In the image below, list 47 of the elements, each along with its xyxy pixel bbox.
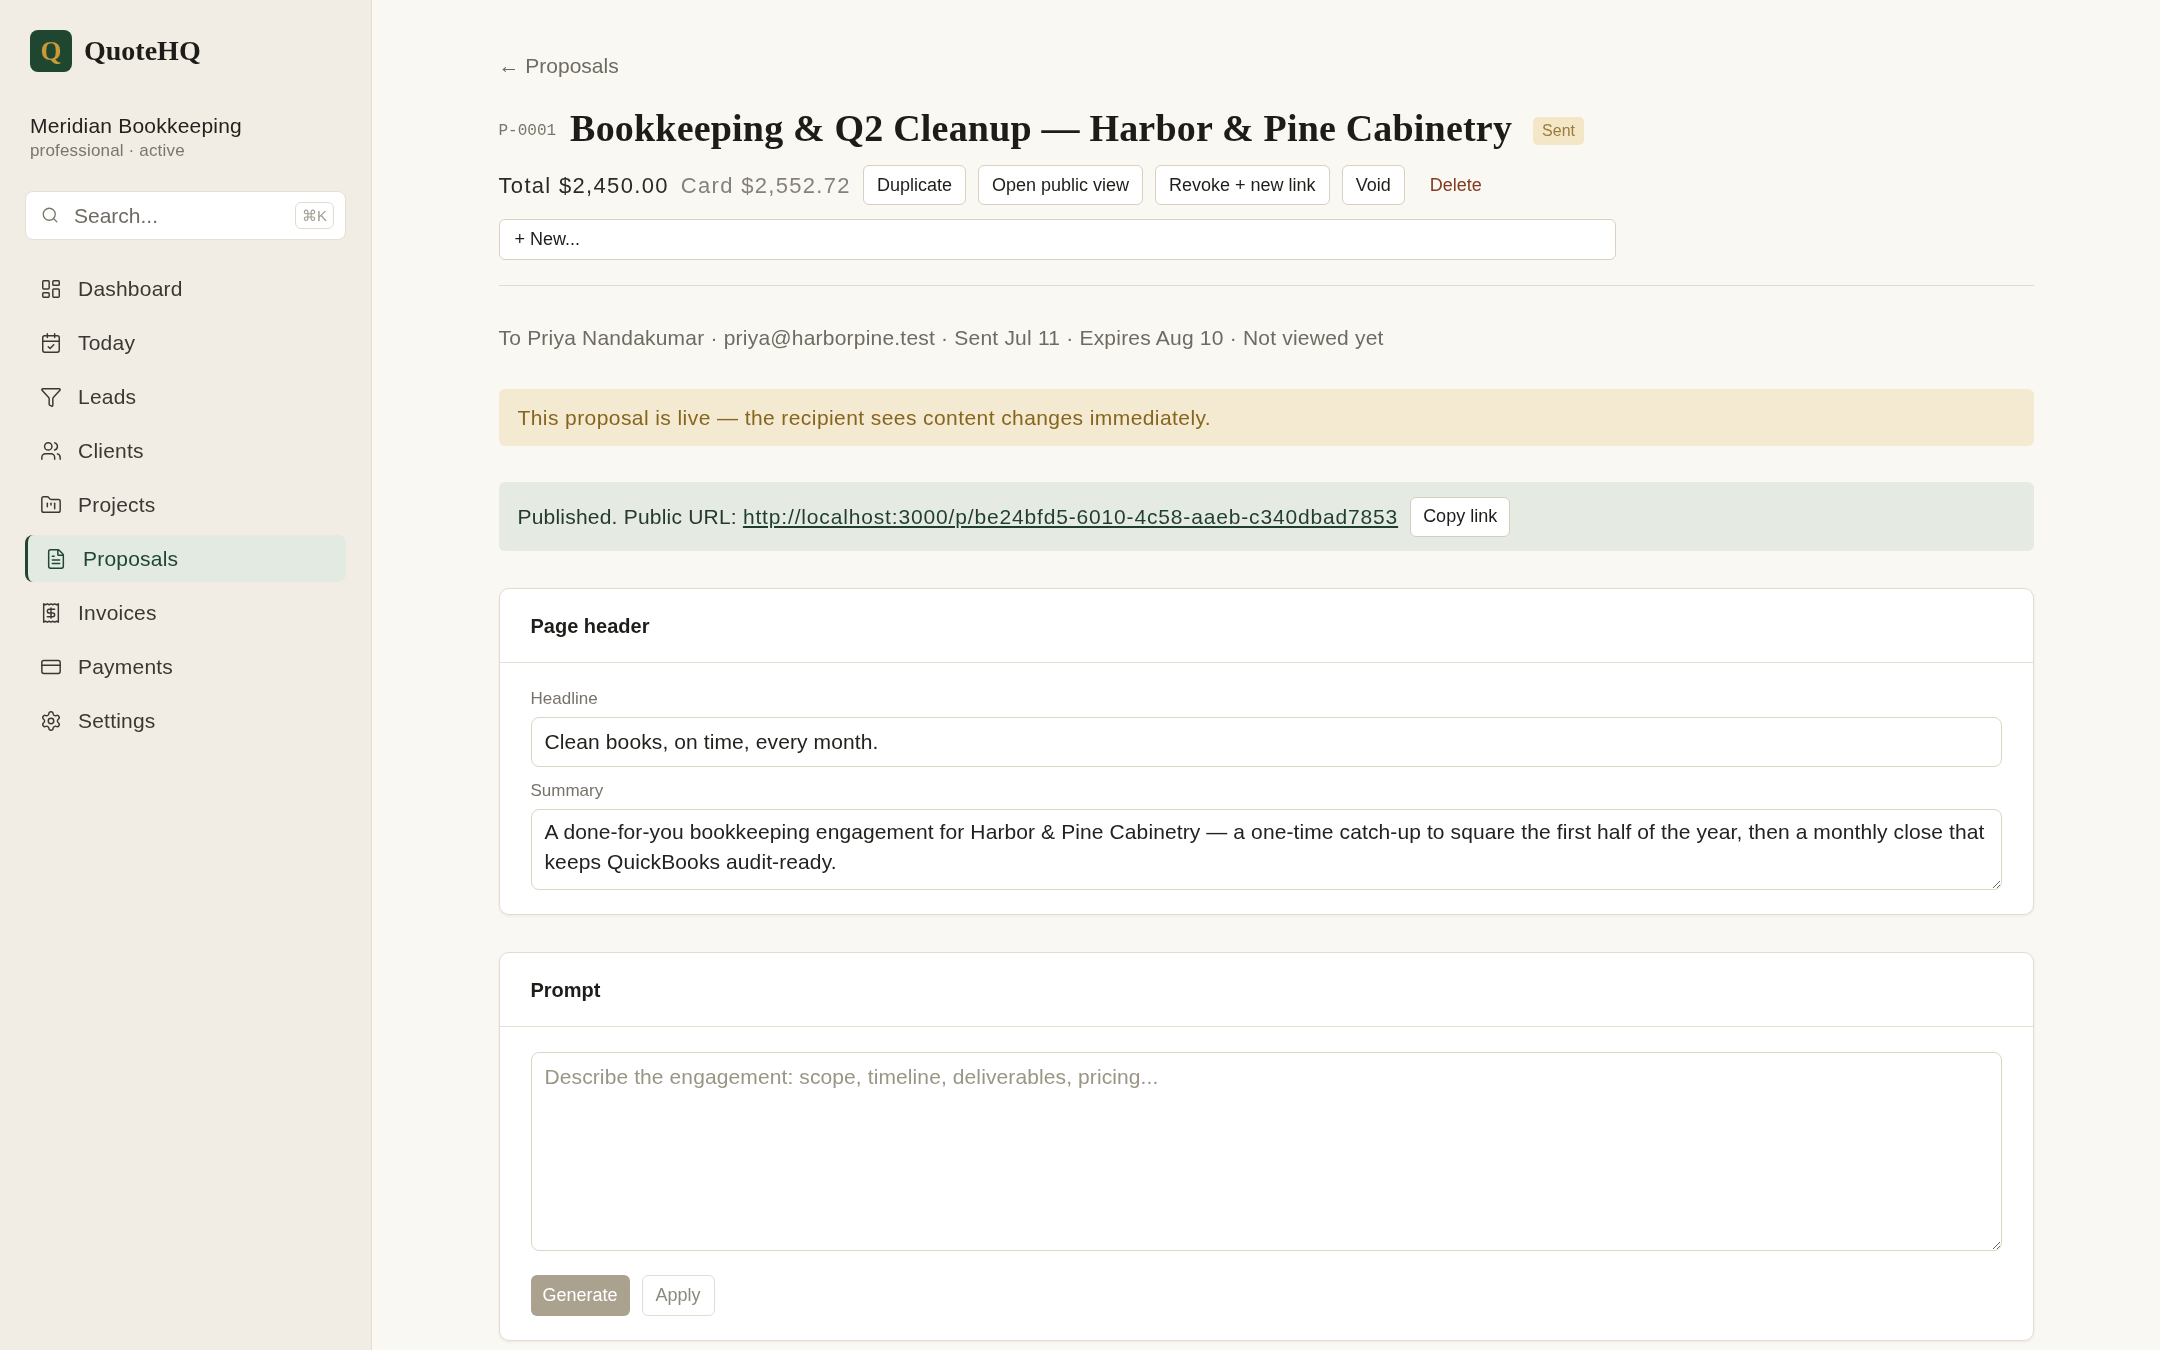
nav-item[interactable]: Dashboard	[25, 265, 346, 312]
action-button[interactable]: Void	[1341, 165, 1405, 205]
headline-field[interactable]: Clean books, on time, every month.	[530, 717, 2002, 767]
workspace-name: Meridian Bookkeeping	[30, 113, 243, 139]
summary-field[interactable]: A done-for-you bookkeeping engagement for Harbor & Pine Cabinetry — a one-time catch-up to square the first half of the year, then a monthly close that keeps QuickBooks audit-ready.	[530, 809, 2002, 890]
recipient-details: To Priya Nandakumar · priya@harborpine.test · Sent Jul 11 · Expires Aug 10 · Not viewed yet	[498, 325, 1385, 351]
proposal-number: P-0001	[498, 121, 557, 142]
published-label: Published. Public URL:	[517, 503, 737, 530]
brand-logo: Q	[30, 30, 72, 72]
nav-item[interactable]: Projects	[25, 481, 346, 528]
nav-item[interactable]: Settings	[25, 697, 346, 744]
receipt-icon	[40, 601, 62, 624]
proposal-title: Bookkeeping & Q2 Cleanup — Harbor & Pine Cabinetry	[570, 106, 1513, 151]
brand-name: QuoteHQ	[84, 37, 201, 65]
live-notice: This proposal is live — the recipient sees content changes immediately.	[498, 389, 2034, 446]
nav-item[interactable]: Invoices	[25, 589, 346, 636]
prompt-field[interactable]: Describe the engagement: scope, timeline, deliverables, pricing...	[530, 1052, 2002, 1251]
funnel-icon	[40, 385, 62, 408]
nav-item[interactable]: Proposals	[25, 535, 346, 582]
card-total: Card $2,552.72	[680, 171, 851, 200]
folder-icon	[40, 493, 62, 516]
action-button[interactable]: Revoke + new link	[1155, 165, 1330, 205]
document-icon	[45, 547, 67, 570]
nav-item[interactable]: Payments	[25, 643, 346, 690]
settings-icon	[40, 709, 62, 732]
field-label: Headline	[530, 689, 599, 709]
delete-button[interactable]: Delete	[1416, 165, 1495, 205]
field-label: Summary	[530, 781, 605, 801]
calendar-check-icon	[40, 331, 62, 354]
shortcut-hint: ⌘K	[295, 202, 334, 229]
copy-link-button[interactable]: Copy link	[1410, 496, 1511, 537]
new-section-select[interactable]: + New...	[498, 219, 1616, 260]
action-button[interactable]: Duplicate	[862, 165, 966, 205]
search-icon	[41, 206, 59, 224]
users-icon	[40, 439, 62, 462]
status-badge: Sent	[1533, 117, 1584, 145]
nav-item[interactable]: Today	[25, 319, 346, 366]
section-title: Page header	[530, 613, 650, 639]
nav-item[interactable]: Clients	[25, 427, 346, 474]
action-button[interactable]: Open public view	[977, 165, 1144, 205]
back-link[interactable]: ← Proposals	[498, 52, 619, 80]
public-url-link[interactable]: http://localhost:3000/p/be24bfd5-6010-4c58-aaeb-c340dbad7853	[742, 500, 1399, 533]
nav-item[interactable]: Leads	[25, 373, 346, 420]
section-title: Prompt	[530, 977, 601, 1003]
total-amount: Total $2,450.00	[498, 171, 669, 200]
workspace-details: professional · active	[30, 140, 186, 162]
grid-icon	[40, 277, 62, 300]
